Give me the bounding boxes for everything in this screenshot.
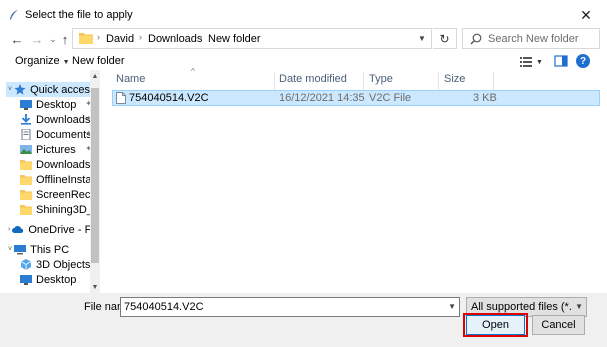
chevron-down-icon[interactable]: ▼	[448, 302, 456, 311]
dialog-footer: File name: 754040514.V2C ▼ All supported…	[0, 293, 607, 347]
desktop-folder-icon	[20, 100, 32, 110]
crumb-separator: ›	[97, 32, 100, 42]
column-divider[interactable]	[493, 72, 494, 90]
3d-objects-icon	[20, 259, 32, 270]
back-button[interactable]: ←	[8, 30, 26, 48]
column-divider[interactable]	[274, 72, 275, 90]
file-name-input[interactable]: 754040514.V2C ▼	[120, 297, 460, 317]
onedrive-icon	[12, 226, 24, 233]
scroll-up-arrow-icon[interactable]: ▲	[90, 70, 100, 82]
file-type-value: All supported files (*.h2r *.v2c *	[471, 301, 571, 313]
chevron-down-icon: ▼	[575, 302, 583, 311]
sidebar-item-label: This PC	[30, 243, 70, 256]
sidebar-item-shining3d[interactable]: Shining3D_FWG	[20, 202, 92, 217]
sidebar-scrollbar[interactable]: ▲ ▼	[90, 70, 100, 293]
file-list: Name ^ Date modified Type Size 754040514…	[108, 67, 600, 293]
organize-label: Organize	[15, 55, 60, 67]
sidebar-item-label: Downloads	[36, 113, 91, 126]
sidebar-item-downloads[interactable]: Downloads	[20, 157, 92, 172]
sort-ascending-icon: ^	[191, 67, 195, 76]
close-button[interactable]: ✕	[573, 4, 599, 26]
documents-icon	[21, 129, 31, 140]
cancel-button[interactable]: Cancel	[532, 315, 585, 335]
column-divider[interactable]	[363, 72, 364, 90]
sidebar-item-desktop-pc[interactable]: Desktop	[20, 272, 92, 287]
breadcrumb-downloads[interactable]: Downloads	[148, 33, 202, 45]
address-bar[interactable]: › David › Downloads › New folder	[72, 28, 432, 49]
organize-button[interactable]: Organize ▼	[15, 55, 70, 67]
sidebar-item-downloads-pinned[interactable]: Downloads ✦	[20, 112, 92, 127]
breadcrumb-new-folder[interactable]: New folder	[208, 33, 261, 45]
breadcrumb-david[interactable]: David	[106, 33, 134, 45]
refresh-button[interactable]: ↻	[433, 28, 457, 49]
search-icon	[470, 33, 482, 45]
scrollbar-thumb[interactable]	[91, 88, 99, 263]
sidebar-item-label: Desktop	[36, 98, 77, 111]
file-type: V2C File	[369, 92, 412, 104]
scroll-down-arrow-icon[interactable]: ▼	[90, 281, 100, 293]
sidebar-item-label: Shining3D_FWG	[36, 203, 92, 216]
sidebar-item-label: 3D Objects	[36, 258, 91, 271]
file-name-value: 754040514.V2C	[124, 301, 204, 313]
file-icon	[116, 92, 126, 104]
sidebar-item-desktop[interactable]: Desktop ✦	[20, 97, 92, 112]
command-bar: Organize ▼ New folder ▼ ?	[0, 52, 607, 70]
column-header-type[interactable]: Type	[369, 73, 393, 89]
download-icon	[21, 114, 31, 125]
new-folder-button[interactable]: New folder	[72, 55, 125, 67]
navigation-pane: ˅ Quick access Desktop ✦ Downloads ✦ Doc…	[6, 70, 102, 293]
feather-icon	[10, 10, 18, 20]
folder-icon	[20, 190, 32, 200]
open-button[interactable]: Open	[466, 315, 525, 335]
file-name: 754040514.V2C	[129, 92, 209, 104]
column-header-date-modified[interactable]: Date modified	[279, 73, 347, 89]
window-title: Select the file to apply	[25, 9, 133, 21]
expand-icon: ˅	[8, 246, 13, 253]
sidebar-item-label: Quick access	[30, 83, 92, 96]
sidebar-item-label: OneDrive - Person	[28, 223, 92, 236]
folder-icon	[20, 160, 32, 170]
folder-icon	[79, 33, 93, 44]
column-header-name[interactable]: Name	[116, 73, 145, 89]
change-view-button[interactable]: ▼	[520, 55, 550, 69]
chevron-down-icon: ▼	[536, 58, 543, 66]
star-icon	[14, 84, 26, 95]
folder-icon	[20, 175, 32, 185]
file-date-modified: 16/12/2021 14:35	[279, 92, 365, 104]
sidebar-item-documents[interactable]: Documents ✦	[20, 127, 92, 142]
column-header-size[interactable]: Size	[444, 73, 465, 89]
search-input[interactable]: Search New folder	[462, 28, 600, 49]
column-divider[interactable]	[438, 72, 439, 90]
sidebar-item-label: Downloads	[36, 158, 91, 171]
sidebar-item-label: Desktop	[36, 273, 77, 286]
pictures-icon	[20, 145, 32, 154]
sidebar-item-this-pc[interactable]: ˅ This PC	[8, 242, 92, 257]
sidebar-item-3d-objects[interactable]: 3D Objects	[20, 257, 92, 272]
search-placeholder: Search New folder	[488, 33, 579, 45]
folder-icon	[20, 205, 32, 215]
sidebar-item-onedrive[interactable]: › OneDrive - Person	[8, 222, 92, 237]
help-button[interactable]: ?	[576, 54, 590, 68]
crumb-separator: ›	[139, 32, 142, 42]
sidebar-item-label: Pictures	[36, 143, 76, 156]
address-dropdown-button[interactable]: ▼	[415, 29, 429, 48]
sidebar-item-label: Documents	[36, 128, 92, 141]
sidebar-item-quick-access[interactable]: ˅ Quick access	[6, 82, 92, 97]
file-row[interactable]: 754040514.V2C 16/12/2021 14:35 V2C File …	[112, 90, 600, 106]
sidebar-item-pictures[interactable]: Pictures ✦	[20, 142, 92, 157]
expand-icon: ›	[8, 226, 11, 233]
sidebar-item-offlineinstall[interactable]: OfflineInstall.net	[20, 172, 92, 187]
preview-pane-icon[interactable]	[554, 54, 568, 68]
file-size: 3 KB	[473, 92, 497, 104]
title-bar: Select the file to apply ✕	[0, 0, 607, 30]
sidebar-item-label: OfflineInstall.net	[36, 173, 92, 186]
computer-icon	[14, 245, 27, 255]
view-list-icon	[520, 57, 532, 67]
sidebar-item-screenrecords[interactable]: ScreenRecords	[20, 187, 92, 202]
crumb-separator: ›	[199, 32, 202, 42]
expand-icon: ˅	[8, 86, 13, 93]
chevron-down-icon: ▼	[62, 59, 70, 66]
sidebar-item-label: ScreenRecords	[36, 188, 92, 201]
desktop-folder-icon	[20, 275, 32, 285]
